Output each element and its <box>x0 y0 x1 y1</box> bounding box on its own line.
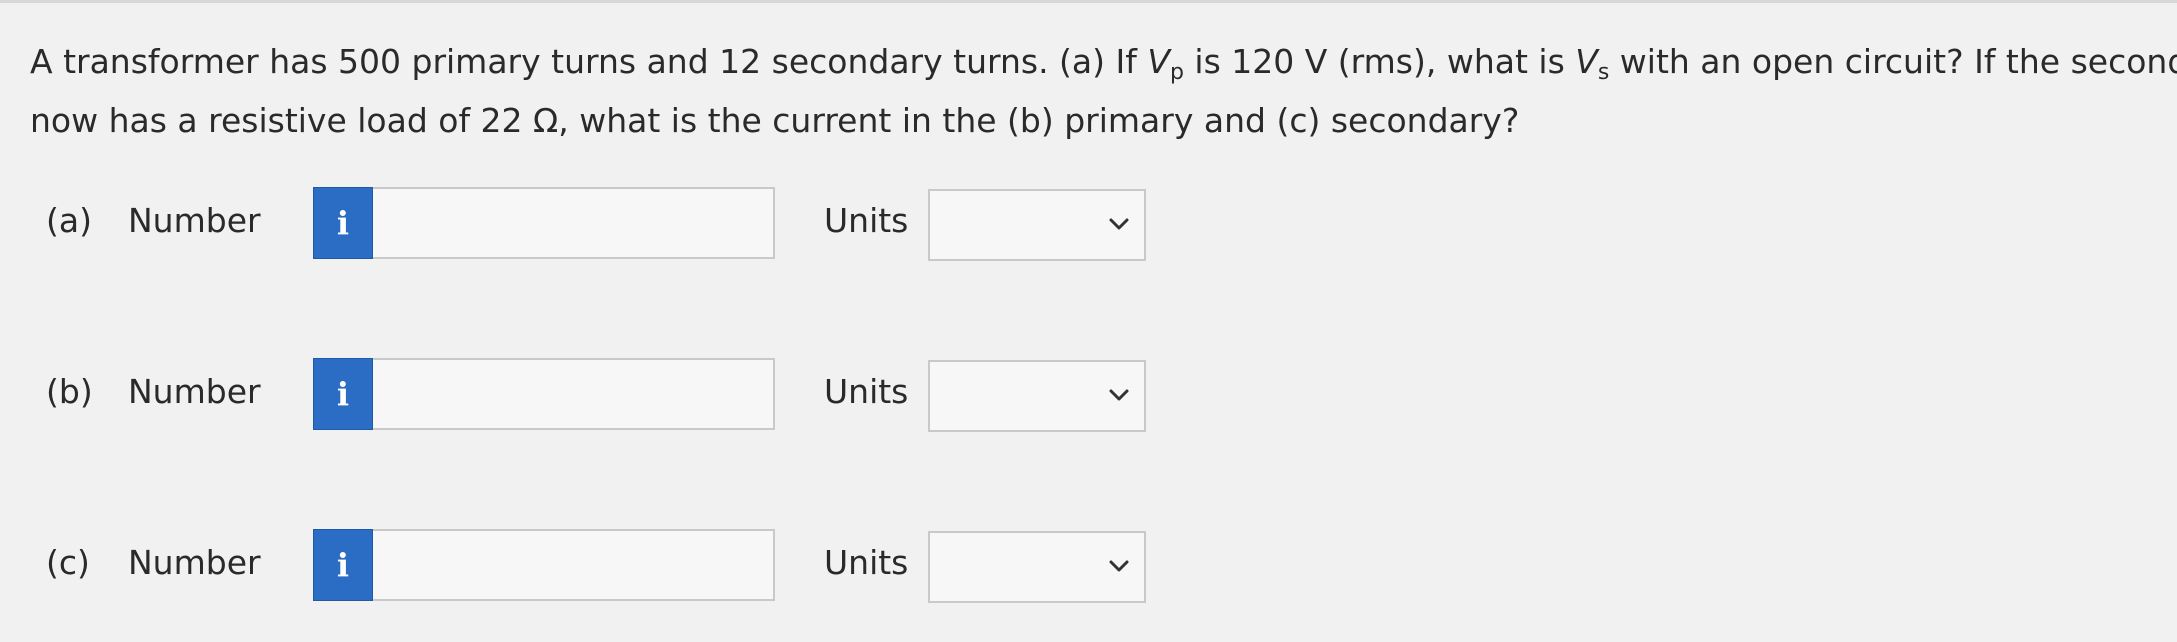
units-select-a[interactable] <box>928 189 1146 261</box>
answer-row-a: (a) Number i Units <box>0 187 1200 267</box>
number-input-a[interactable] <box>373 187 775 259</box>
answer-row-c: (c) Number i Units <box>0 529 1200 609</box>
info-icon[interactable]: i <box>313 529 373 601</box>
units-select-c[interactable] <box>928 531 1146 603</box>
info-icon[interactable]: i <box>313 187 373 259</box>
part-label: (c) <box>46 543 90 582</box>
question-line-2: now has a resistive load of 22 Ω, what i… <box>30 101 1520 140</box>
question-text-part: A transformer has 500 primary turns and … <box>30 42 1148 81</box>
number-label: Number <box>128 372 261 411</box>
number-label: Number <box>128 543 261 582</box>
vp-symbol: Vp <box>1147 42 1184 85</box>
chevron-down-icon <box>1109 389 1129 401</box>
question-text-part: is 120 V (rms), what is <box>1183 42 1576 81</box>
question-text-part: with an open circuit? If the secondary <box>1619 42 2177 81</box>
part-label: (b) <box>46 372 93 411</box>
question-line-1: A transformer has 500 primary turns and … <box>30 38 2177 97</box>
part-label: (a) <box>46 201 92 240</box>
vs-symbol: Vs <box>1575 42 1610 85</box>
number-input-b[interactable] <box>373 358 775 430</box>
number-input-c[interactable] <box>373 529 775 601</box>
units-label: Units <box>824 543 909 582</box>
units-label: Units <box>824 372 909 411</box>
question-text: A transformer has 500 primary turns and … <box>30 38 2177 145</box>
top-border <box>0 0 2177 3</box>
info-icon[interactable]: i <box>313 358 373 430</box>
answer-row-b: (b) Number i Units <box>0 358 1200 438</box>
units-label: Units <box>824 201 909 240</box>
chevron-down-icon <box>1109 560 1129 572</box>
chevron-down-icon <box>1109 218 1129 230</box>
number-label: Number <box>128 201 261 240</box>
units-select-b[interactable] <box>928 360 1146 432</box>
